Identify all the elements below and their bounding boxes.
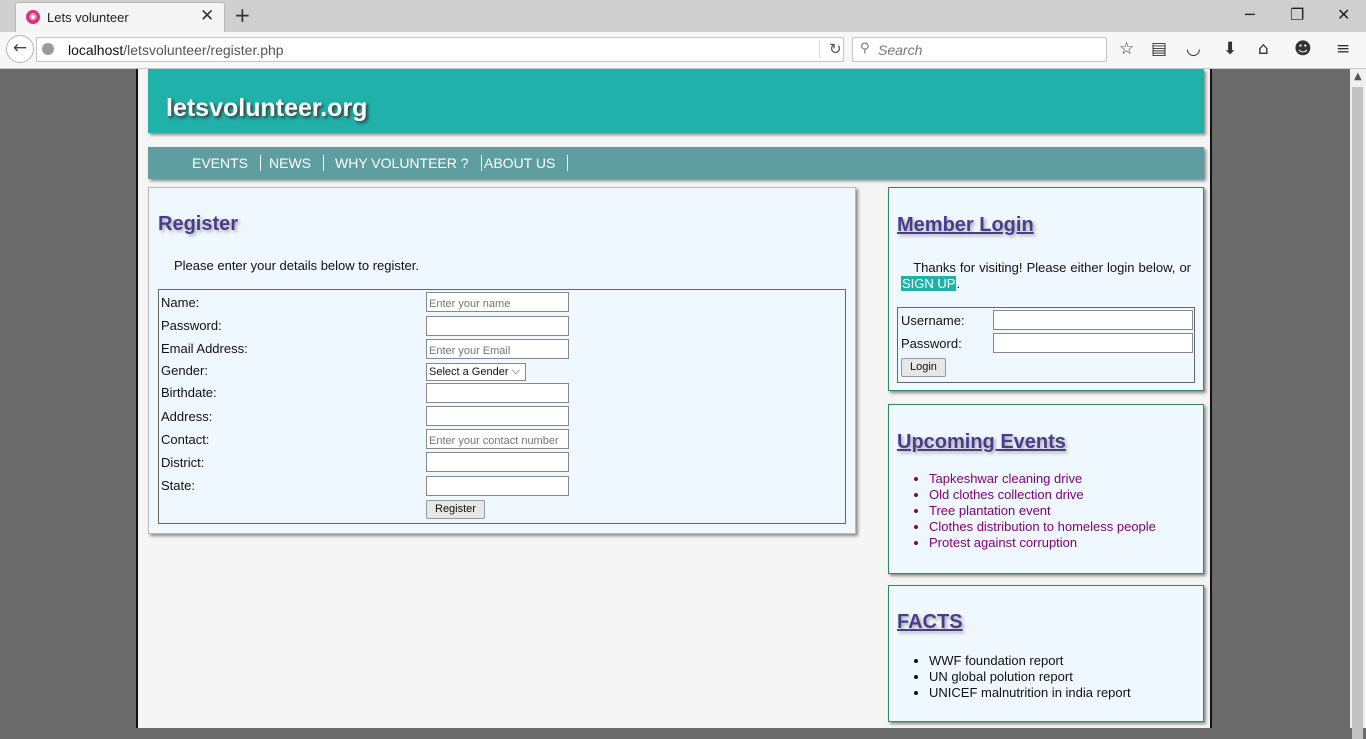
bookmark-star-icon[interactable]: ☆ [1119, 39, 1134, 59]
register-button[interactable]: Register [426, 500, 485, 519]
state-field[interactable] [426, 476, 569, 496]
upcoming-events-panel: Upcoming Events Tapkeshwar cleaning driv… [888, 404, 1204, 574]
event-link[interactable]: Old clothes collection drive [929, 487, 1156, 503]
scroll-up-icon[interactable]: ▲ [1354, 71, 1362, 82]
birthdate-field[interactable] [426, 383, 569, 403]
facts-list: WWF foundation report UN global polution… [929, 653, 1131, 701]
menu-icon[interactable]: ≡ [1336, 39, 1350, 59]
menu-item-events[interactable]: EVENTS [192, 155, 262, 171]
download-icon[interactable]: ⬇ [1223, 39, 1237, 59]
name-label: Name: [161, 295, 200, 310]
site-header: letsvolunteer.org [148, 69, 1204, 133]
upcoming-events-heading: Upcoming Events [897, 431, 1066, 453]
event-link[interactable]: Protest against corruption [929, 535, 1156, 551]
login-button[interactable]: Login [901, 358, 946, 377]
facts-heading: FACTS [897, 611, 963, 633]
vertical-scrollbar[interactable]: ▲ [1350, 69, 1366, 739]
emoji-icon[interactable]: ☻ [1294, 39, 1312, 59]
search-icon: ⚲ [860, 41, 870, 56]
register-heading: Register [158, 213, 239, 235]
event-link[interactable]: Clothes distribution to homeless people [929, 519, 1156, 535]
main-menu: EVENTS NEWS WHY VOLUNTEER ? ABOUT US [148, 147, 1204, 179]
email-label: Email Address: [161, 341, 248, 356]
fact-item: WWF foundation report [929, 653, 1131, 669]
password-field[interactable] [426, 316, 569, 336]
scrollbar-thumb[interactable] [1352, 87, 1363, 739]
pocket-icon[interactable]: ◡ [1186, 39, 1201, 59]
member-login-heading: Member Login [897, 214, 1034, 236]
url-text: localhost/letsvolunteer/register.php [68, 42, 284, 58]
browser-nav-bar: ← localhost/letsvolunteer/register.php ↻… [0, 32, 1366, 69]
district-field[interactable] [426, 452, 569, 472]
fact-item: UNICEF malnutrition in india report [929, 685, 1131, 701]
register-intro: Please enter your details below to regis… [174, 258, 419, 273]
register-form: Name: Password: Email Address: Gender: S… [158, 289, 846, 524]
name-field[interactable] [426, 292, 569, 312]
email-field[interactable] [426, 339, 569, 359]
browser-tab-bar: ◉ Lets volunteer ✕ + ─ ❐ ✕ [0, 0, 1366, 32]
new-tab-icon[interactable]: + [234, 3, 251, 27]
url-bar[interactable]: localhost/letsvolunteer/register.php ↻ [36, 37, 844, 62]
address-field[interactable] [426, 406, 569, 426]
reload-icon[interactable]: ↻ [819, 40, 842, 58]
event-link[interactable]: Tree plantation event [929, 503, 1156, 519]
username-field[interactable] [993, 310, 1193, 330]
sign-up-link[interactable]: SIGN UP [901, 276, 957, 291]
tab-title: Lets volunteer [47, 10, 129, 25]
chevron-down-icon: ⌵ [511, 364, 520, 377]
restore-icon[interactable]: ❐ [1290, 5, 1304, 24]
search-placeholder: Search [878, 42, 923, 58]
register-panel: Register Please enter your details below… [148, 187, 856, 534]
district-label: District: [161, 455, 205, 470]
contact-field[interactable] [426, 429, 569, 449]
gender-selected-value: Select a Gender [429, 366, 509, 378]
facts-panel: FACTS WWF foundation report UN global po… [888, 585, 1204, 722]
login-password-field[interactable] [993, 333, 1193, 353]
browser-tab[interactable]: ◉ Lets volunteer ✕ [15, 2, 225, 32]
gender-select[interactable]: Select a Gender ⌵ [426, 363, 526, 381]
close-tab-icon[interactable]: ✕ [200, 6, 214, 26]
page-container: letsvolunteer.org EVENTS NEWS WHY VOLUNT… [136, 69, 1212, 728]
site-title: letsvolunteer.org [166, 94, 368, 122]
address-label: Address: [161, 409, 213, 424]
menu-item-why-volunteer[interactable]: WHY VOLUNTEER ? [335, 155, 482, 171]
birthdate-label: Birthdate: [161, 385, 217, 400]
back-icon[interactable]: ← [6, 35, 34, 63]
globe-icon [42, 43, 54, 55]
password-label: Password: [161, 318, 222, 333]
state-label: State: [161, 478, 195, 493]
home-icon[interactable]: ⌂ [1258, 39, 1269, 59]
events-list: Tapkeshwar cleaning drive Old clothes co… [929, 471, 1156, 551]
member-login-panel: Member Login Thanks for visiting! Please… [888, 187, 1204, 391]
gender-label: Gender: [161, 363, 208, 378]
contact-label: Contact: [161, 432, 210, 447]
fact-item: UN global polution report [929, 669, 1131, 685]
reading-list-icon[interactable]: ▤ [1151, 39, 1167, 59]
username-label: Username: [901, 313, 965, 328]
menu-item-about-us[interactable]: ABOUT US [484, 155, 569, 171]
favicon-icon: ◉ [26, 10, 40, 24]
minimize-icon[interactable]: ─ [1245, 5, 1255, 24]
login-password-label: Password: [901, 336, 962, 351]
login-form: Username: Password: Login [897, 307, 1195, 383]
close-window-icon[interactable]: ✕ [1337, 5, 1350, 24]
search-input[interactable]: ⚲ Search [852, 37, 1107, 62]
page-viewport: letsvolunteer.org EVENTS NEWS WHY VOLUNT… [0, 69, 1350, 728]
event-link[interactable]: Tapkeshwar cleaning drive [929, 471, 1156, 487]
login-intro: Thanks for visiting! Please either login… [901, 260, 1191, 291]
menu-item-news[interactable]: NEWS [269, 155, 324, 171]
